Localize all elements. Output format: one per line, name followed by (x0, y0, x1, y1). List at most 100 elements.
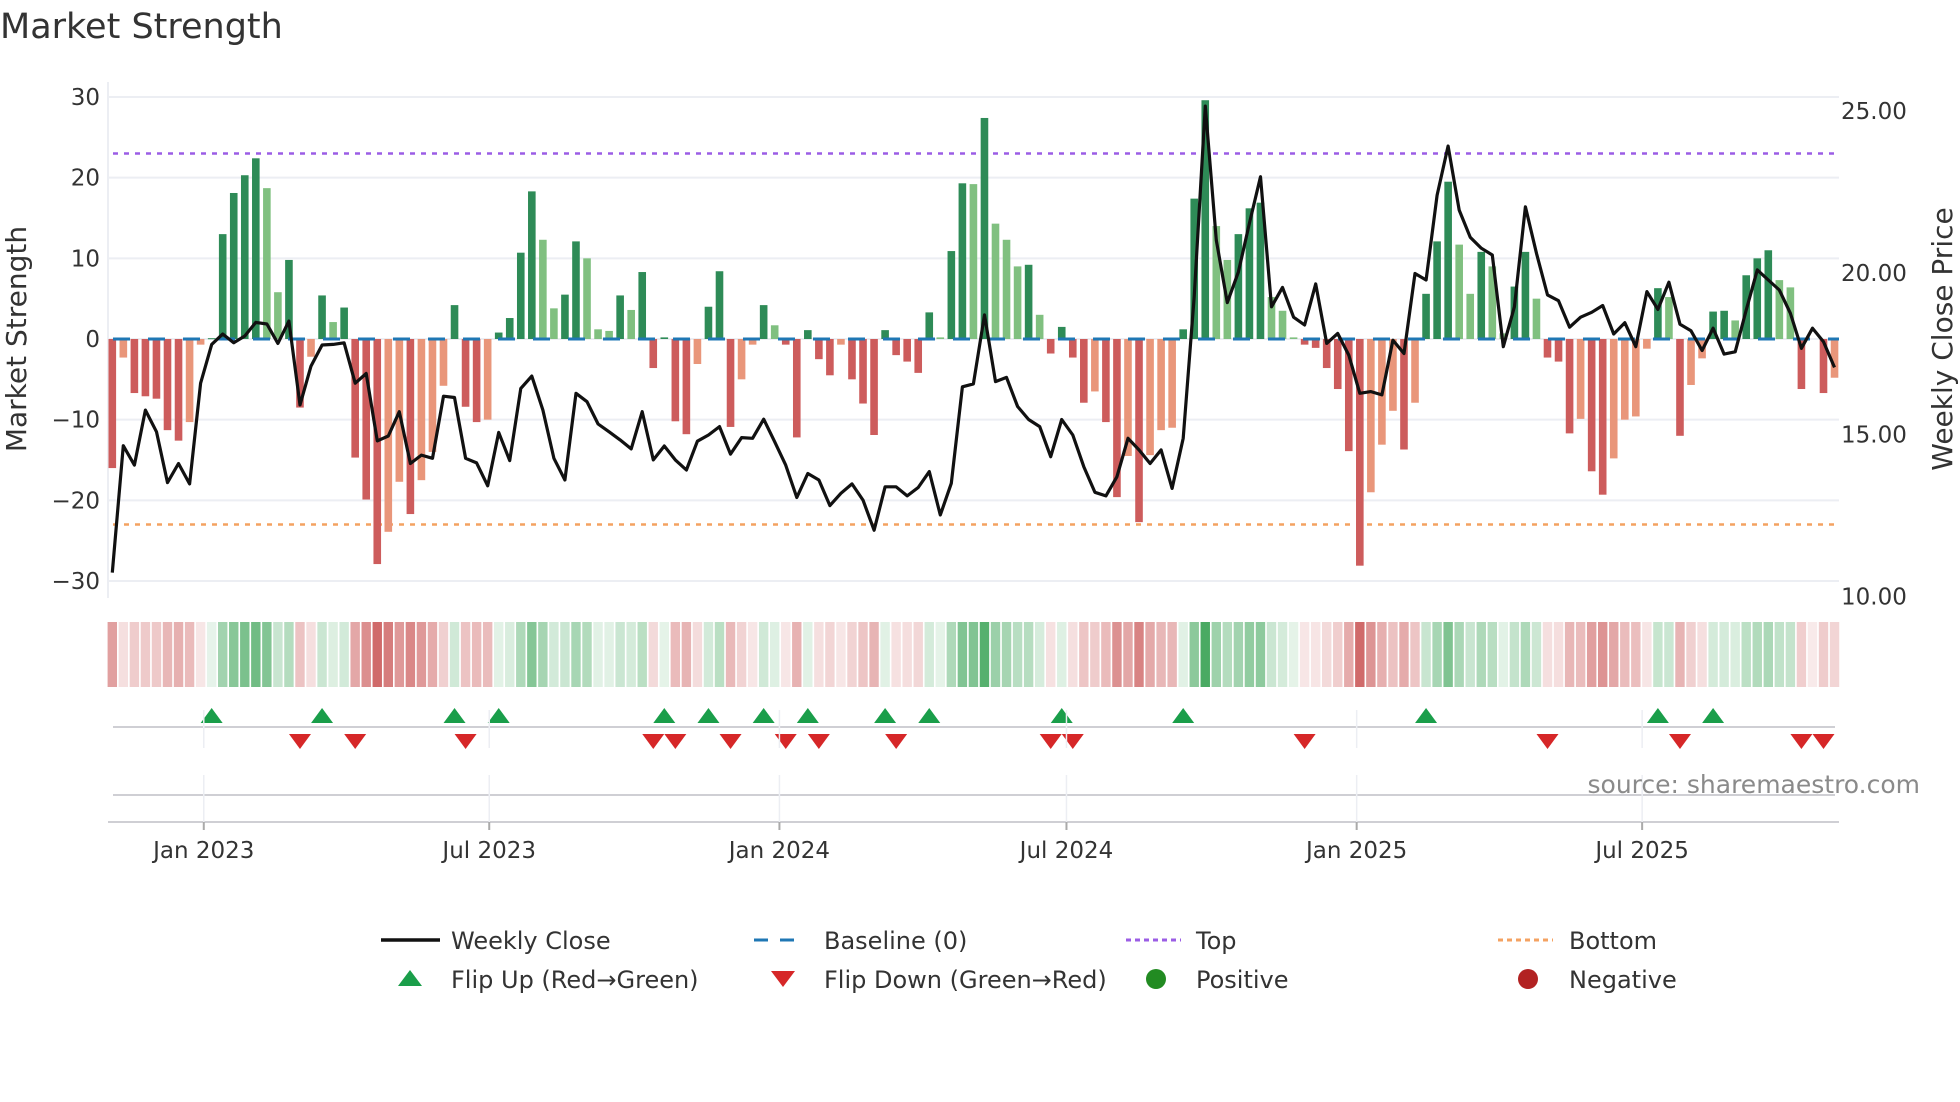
strip-cell (162, 622, 173, 687)
strip-cell (770, 622, 780, 687)
x-axis: Jan 2023 Jul 2023 Jan 2024 Jul 2024 Jan 2025… (108, 710, 1839, 864)
x-tick-label: Jul 2023 (440, 838, 536, 864)
strip-cell (1421, 622, 1431, 687)
strip-cell (990, 622, 1001, 687)
negative-bar (1367, 339, 1375, 493)
positive-bar (1665, 297, 1673, 339)
flip-up-marker (487, 708, 510, 723)
negative-bar (1687, 339, 1695, 385)
strip-cell (880, 622, 890, 687)
negative-bar (892, 339, 900, 356)
strip-cell (1112, 622, 1122, 687)
negative-bar (185, 339, 194, 423)
flip-down-marker (807, 734, 830, 749)
flip-down-marker (1812, 734, 1835, 749)
strip-cell (648, 622, 658, 687)
strip-cell (703, 622, 714, 687)
positive-bar (572, 241, 580, 339)
strip-cell (913, 622, 923, 687)
flip-up-marker (1702, 708, 1725, 723)
strip-cell (229, 622, 239, 687)
strip-cell (637, 622, 647, 687)
negative-bar (693, 339, 702, 365)
strip-cell (615, 622, 625, 687)
strip-cell (1774, 622, 1785, 687)
negative-bar (649, 339, 658, 369)
strip-cell (1564, 622, 1575, 687)
strip-cell (1001, 622, 1012, 687)
positive-bar (1477, 251, 1486, 339)
strip-cell (1620, 622, 1630, 687)
flip-down-marker (454, 734, 477, 749)
x-tick-label: Jan 2024 (727, 838, 830, 864)
strip-cell (1553, 622, 1564, 687)
positive-bar (616, 295, 624, 339)
source-credit: source: sharemaestro.com (1588, 770, 1921, 799)
strip-cell (494, 622, 504, 687)
strip-cell (1079, 622, 1089, 687)
strip-cell (1222, 622, 1233, 687)
strip-cell (394, 622, 405, 687)
negative-bar (1632, 339, 1640, 417)
legend-label: Top (1195, 927, 1237, 955)
negative-bar (1543, 339, 1552, 358)
strip-cell (560, 622, 570, 687)
positive-bar (627, 309, 635, 339)
strip-cell (1719, 622, 1729, 687)
strip-cell (1023, 622, 1034, 687)
strip-cell (946, 622, 957, 687)
legend-label: Bottom (1569, 927, 1657, 955)
negative-bar (815, 339, 823, 360)
negative-bar (1080, 339, 1088, 403)
flip-up-marker (1172, 708, 1195, 723)
negative-bar (461, 339, 470, 407)
strip-cell (747, 622, 758, 687)
strip-cell (1653, 622, 1663, 687)
positive-bar (274, 292, 282, 339)
positive-bar (1013, 266, 1022, 339)
strip-cell (1101, 622, 1111, 687)
positive-bar (1057, 326, 1066, 339)
strip-cell (1277, 622, 1288, 687)
strip-cell (1355, 622, 1365, 687)
negative-bar (119, 339, 128, 358)
legend-label: Positive (1196, 966, 1289, 994)
positive-bar (1024, 264, 1033, 339)
negative-bar (792, 339, 801, 438)
negative-bar (163, 339, 172, 431)
flip-down-marker (1039, 734, 1062, 749)
strip-cell (836, 622, 846, 687)
negative-bar (130, 339, 139, 394)
legend-dot-neg-icon (1518, 969, 1538, 989)
positive-bar (660, 337, 669, 339)
strip-cell (1509, 622, 1520, 687)
strip-cell (571, 622, 581, 687)
strip-cell (1586, 622, 1597, 687)
strip-cell (1796, 622, 1807, 687)
negative-bar (1554, 339, 1563, 362)
left-axis-label: Market Strength (0, 226, 33, 452)
strip-cell (1189, 622, 1199, 687)
strip-cell (1046, 622, 1056, 687)
positive-bar (561, 294, 569, 339)
chart-title: Market Strength (0, 7, 283, 47)
strip-cell (902, 622, 912, 687)
strip-cell (218, 622, 228, 687)
strength-bars (108, 100, 1839, 566)
positive-bar (539, 239, 547, 339)
strip-cell (206, 622, 217, 687)
left-tick-label: −20 (51, 488, 100, 514)
strip-cell (1156, 622, 1166, 687)
strip-cell (317, 622, 327, 687)
flip-up-marker (1050, 708, 1073, 723)
strip-cell (1266, 622, 1277, 687)
strip-cell (1432, 622, 1442, 687)
strip-cell (725, 622, 736, 687)
positive-bar (1521, 251, 1530, 339)
right-axis-ticks: 25.00 20.00 15.00 10.00 (1841, 99, 1907, 611)
strip-cell (538, 622, 548, 687)
right-tick-label: 10.00 (1841, 585, 1907, 611)
strip-cell (118, 622, 129, 687)
right-tick-label: 25.00 (1841, 99, 1907, 125)
legend-tri-down-icon (771, 971, 795, 987)
